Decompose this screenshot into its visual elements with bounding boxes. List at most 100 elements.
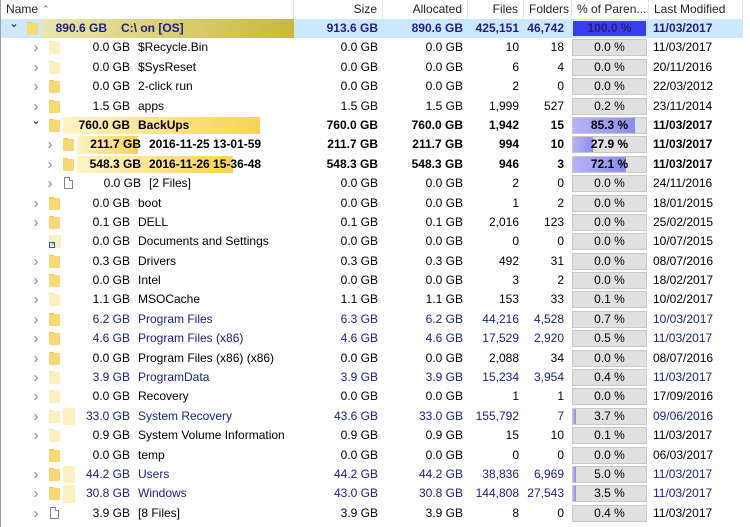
- tree-row[interactable]: ⌄ 760.0 GB BackUps 760.0 GB 760.0 GB 1,942 15 8…: [1, 115, 743, 135]
- column-header-name[interactable]: Name ⌃: [1, 0, 294, 19]
- chevron-right-icon[interactable]: ›: [31, 465, 41, 484]
- tree-row[interactable]: › 0.0 GB [2 Files] 0.0 GB 0.0 GB 2 0 0.0 % 24/11…: [1, 174, 743, 193]
- folders-cell: 123: [543, 214, 564, 229]
- column-header-percent-of-parent[interactable]: % of Paren...: [572, 0, 649, 19]
- tree-row[interactable]: › 44.2 GB Users 44.2 GB 44.2 GB 38,836 6,969 5.…: [1, 465, 743, 484]
- folder-body: [49, 372, 60, 385]
- chevron-right-icon[interactable]: ›: [31, 252, 41, 271]
- item-size-prefix: 1.5 GB: [92, 98, 130, 113]
- tree-row[interactable]: › 0.1 GB DELL 0.1 GB 0.1 GB 2,016 123 0.0 % 25/0…: [1, 213, 743, 232]
- tree-row[interactable]: › 0.0 GB Intel 0.0 GB 0.0 GB 3 2 0.0 % 18/02/201…: [1, 271, 743, 290]
- chevron-right-icon[interactable]: ›: [31, 38, 41, 57]
- folder-body: [49, 255, 60, 268]
- column-header-files[interactable]: Files: [468, 0, 524, 19]
- chevron-right-icon[interactable]: ›: [31, 484, 41, 503]
- chevron-right-icon[interactable]: ›: [31, 426, 41, 445]
- tree-row[interactable]: › 548.3 GB 2016-11-26 15-36-48 548.3 GB 548.…: [1, 155, 743, 174]
- tree-row[interactable]: › 0.9 GB System Volume Information 0.9 GB 0.…: [1, 426, 743, 445]
- chevron-right-icon[interactable]: ›: [45, 135, 55, 154]
- column-header-folders[interactable]: Folders: [524, 0, 572, 19]
- chevron-right-icon[interactable]: ›: [31, 504, 41, 523]
- tree-row[interactable]: 0.0 GB temp 0.0 GB 0.0 GB 0 0 0.0 % 06/03/2017: [1, 446, 743, 465]
- files-cell: 6: [512, 59, 519, 74]
- chevron-right-icon[interactable]: ›: [31, 194, 41, 213]
- folder-body: [49, 119, 60, 132]
- tree-row[interactable]: › 6.2 GB Program Files 6.3 GB 6.2 GB 44,216 4,…: [1, 310, 743, 329]
- files-cell: 44,216: [482, 311, 519, 326]
- column-header-size[interactable]: Size: [294, 0, 383, 19]
- last-modified-cell: 11/03/2017: [653, 331, 713, 346]
- tree-row[interactable]: › 3.9 GB [8 Files] 3.9 GB 3.9 GB 8 0 0.4 % 11/03…: [1, 504, 743, 523]
- tree-row[interactable]: › 1.5 GB apps 1.5 GB 1.5 GB 1,999 527 0.2 % 23/1…: [1, 97, 743, 116]
- chevron-right-icon[interactable]: ›: [31, 368, 41, 387]
- folders-cell: 33: [550, 292, 564, 307]
- tree-row[interactable]: › 0.0 GB 2-click run 0.0 GB 0.0 GB 2 0 0.0 % 22/…: [1, 77, 743, 96]
- tree-row[interactable]: › 0.0 GB Recovery 0.0 GB 0.0 GB 1 1 0.0 % 17/09/…: [1, 387, 743, 406]
- chevron-down-icon[interactable]: ⌄: [9, 15, 19, 34]
- allocated-cell: 0.0 GB: [425, 59, 463, 74]
- item-name: Users: [138, 466, 170, 481]
- percent-of-parent-bar: 0.0 %: [572, 39, 647, 57]
- chevron-right-icon[interactable]: ›: [31, 310, 41, 329]
- chevron-right-icon[interactable]: ›: [31, 290, 41, 309]
- allocated-cell: 0.0 GB: [425, 389, 463, 404]
- files-cell: 153: [498, 292, 519, 307]
- tree-row[interactable]: ↗ 0.0 GB Documents and Settings 0.0 GB 0.0 G…: [1, 232, 743, 251]
- column-header-allocated[interactable]: Allocated: [383, 0, 468, 19]
- tree-row[interactable]: › 4.6 GB Program Files (x86) 4.6 GB 4.6 GB 17…: [1, 329, 743, 348]
- size-cell: 3.9 GB: [340, 505, 378, 520]
- chevron-right-icon[interactable]: ›: [31, 407, 41, 426]
- size-cell: 0.0 GB: [340, 350, 378, 365]
- percent-of-parent-bar: 0.0 %: [572, 78, 647, 96]
- chevron-right-icon[interactable]: ›: [45, 155, 55, 174]
- item-size-prefix: 33.0 GB: [85, 408, 130, 423]
- folder-icon: [49, 254, 61, 268]
- percent-of-parent-bar: 85.3 %: [572, 116, 647, 134]
- tree-row[interactable]: › 211.7 GB 2016-11-25 13-01-59 211.7 GB 211.…: [1, 135, 743, 154]
- chevron-right-icon[interactable]: ›: [31, 329, 41, 348]
- item-label: 211.7 GB 2016-11-25 13-01-59: [77, 135, 261, 154]
- tree-row[interactable]: › 0.0 GB Program Files (x86) (x86) 0.0 GB 0.…: [1, 349, 743, 368]
- chevron-down-icon[interactable]: ⌄: [31, 112, 41, 131]
- chevron-right-icon[interactable]: ›: [45, 174, 55, 193]
- item-label: 890.6 GB C:\ on [OS]: [41, 19, 184, 38]
- column-header-last-modified[interactable]: Last Modified: [649, 0, 743, 19]
- tree-row[interactable]: › 30.8 GB Windows 43.0 GB 30.8 GB 144,808 27,5…: [1, 484, 743, 503]
- last-modified-cell: 17/09/2016: [653, 389, 714, 404]
- allocated-cell: 4.6 GB: [425, 331, 463, 346]
- files-cell: 2,016: [488, 214, 519, 229]
- folder-icon: [49, 371, 61, 385]
- folder-body: [49, 430, 60, 443]
- chevron-right-icon[interactable]: ›: [31, 213, 41, 232]
- tree-row[interactable]: › 0.0 GB $SysReset 0.0 GB 0.0 GB 6 4 0.0 % 20/11…: [1, 58, 743, 77]
- tree-row[interactable]: › 0.0 GB boot 0.0 GB 0.0 GB 1 2 0.0 % 18/01/2015: [1, 194, 743, 213]
- chevron-right-icon[interactable]: ›: [31, 271, 41, 290]
- tree-row[interactable]: ⌄ 890.6 GB C:\ on [OS] 913.6 GB 890.6 GB 425,…: [1, 18, 743, 39]
- tree-row[interactable]: › 0.0 GB $Recycle.Bin 0.0 GB 0.0 GB 10 18 0.0 %…: [1, 38, 743, 57]
- size-cell: 1.1 GB: [340, 292, 378, 307]
- chevron-right-icon[interactable]: ›: [31, 349, 41, 368]
- folders-cell: 31: [550, 253, 564, 268]
- folder-icon: [49, 196, 61, 210]
- chevron-right-icon[interactable]: ›: [31, 387, 41, 406]
- tree-row[interactable]: › 1.1 GB MSOCache 1.1 GB 1.1 GB 153 33 0.1 % 10/…: [1, 290, 743, 309]
- tree-row[interactable]: › 33.0 GB System Recovery 43.6 GB 33.0 GB 155…: [1, 407, 743, 426]
- last-modified-cell: 18/02/2017: [653, 273, 714, 288]
- percent-label: 0.1 %: [594, 428, 625, 443]
- size-cell: 0.1 GB: [340, 214, 378, 229]
- chevron-right-icon[interactable]: ›: [31, 58, 41, 77]
- tree-row[interactable]: › 3.9 GB ProgramData 3.9 GB 3.9 GB 15,234 3,95…: [1, 368, 743, 387]
- chevron-right-icon[interactable]: ›: [31, 77, 41, 96]
- last-modified-cell: 11/03/2017: [653, 156, 713, 171]
- item-label: 1.1 GB MSOCache: [63, 290, 200, 309]
- item-name: [2 Files]: [149, 176, 192, 191]
- last-modified-cell: 23/11/2014: [653, 98, 713, 113]
- percent-of-parent-bar: 0.1 %: [572, 427, 647, 445]
- folders-cell: 46,742: [527, 21, 564, 35]
- tree-row[interactable]: › 0.3 GB Drivers 0.3 GB 0.3 GB 492 31 0.0 % 08/0…: [1, 252, 743, 271]
- folder-body: [49, 275, 60, 288]
- size-cell: 43.6 GB: [333, 408, 378, 423]
- percent-label: 0.0 %: [594, 195, 625, 210]
- folders-cell: 2,920: [533, 331, 564, 346]
- percent-label: 0.5 %: [594, 331, 625, 346]
